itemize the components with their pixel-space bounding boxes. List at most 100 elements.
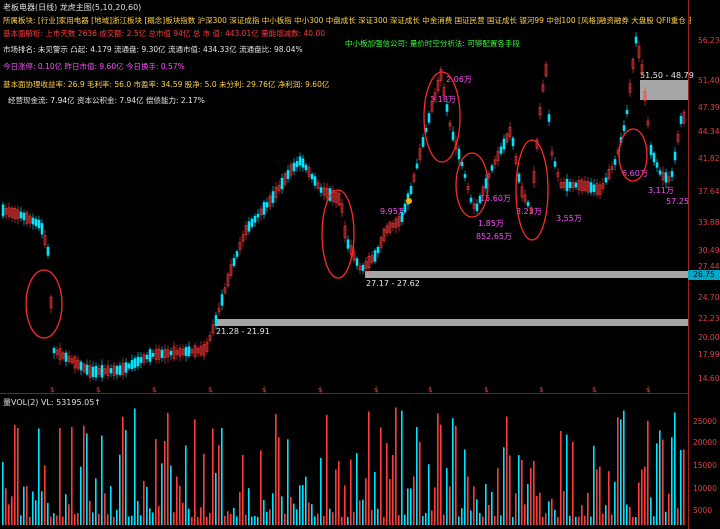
volume-bar [551,498,553,525]
volume-bar [185,445,187,525]
price-tick: 22.23 [698,314,720,323]
candle [280,177,284,190]
volume-bar [227,511,229,525]
candle [253,215,257,223]
volume-bar [581,505,583,525]
volume-bar [56,515,58,525]
price-tick: 47.39 [698,103,720,112]
volume-bar [560,430,562,525]
volume-bar [362,499,364,525]
volume-bar [425,513,427,525]
volume-bar [320,457,322,525]
candle [655,162,659,168]
volume-bar [110,486,112,525]
volume-bar [308,502,310,525]
volume-bar [494,515,496,525]
candlestick-chart[interactable]: $ $ $ $ $ $ $ $ $ $ $ $ [0,0,688,529]
candle [286,170,290,179]
volume-bar [266,511,268,525]
volume-bar [23,486,25,525]
candle [100,365,104,378]
volume-bar [44,465,46,525]
volume-bar [80,466,82,525]
volume-bar [179,485,181,525]
price-tick: 17.99 [698,350,720,359]
candle [625,110,629,114]
candle [517,173,521,183]
candle [256,213,260,218]
candle [421,137,425,147]
volume-bar [458,516,460,525]
candle [451,131,455,141]
volume-bar [605,505,607,525]
candle [490,165,494,171]
candle [151,352,155,357]
volume-bar [659,430,661,525]
candle [547,114,551,122]
volume-bar [296,509,298,525]
candle [478,195,482,203]
volume-bar [26,486,28,525]
candle [145,354,149,360]
candle [184,347,188,357]
volume-bar [209,512,211,525]
volume-bar [92,512,94,525]
volume-bar [20,515,22,525]
volume-bar [242,454,244,525]
volume-bar [656,443,658,525]
candle [127,363,131,369]
volume-bar [125,430,127,525]
volume-bar [89,500,91,525]
volume-bar [38,428,40,525]
volume-bar [389,479,391,525]
candle [670,171,674,177]
candle [235,251,239,257]
volume-bar [638,482,640,525]
volume-bar [62,516,64,525]
volume-bar [269,509,271,525]
candle [346,239,350,249]
candle [376,246,380,254]
candle [250,218,254,227]
volume-bar [251,516,253,525]
volume-bar [482,516,484,525]
volume-bar [674,412,676,525]
volume-bar [35,500,37,525]
volume-bar [422,515,424,525]
volume-bar [398,515,400,525]
volume-bar [68,504,70,525]
price-tick: 37.64 [698,187,720,196]
candle [298,156,302,166]
volume-bar [221,428,223,525]
volume-bar [341,516,343,525]
volume-bar [428,464,430,525]
volume-bar [200,507,202,525]
volume-bar [83,425,85,525]
volume-bar [380,427,382,525]
candle [295,161,299,167]
volume-bar [107,514,109,525]
volume-bar [353,512,355,525]
candle [118,365,122,375]
volume-bar [632,516,634,525]
volume-bar [53,513,55,525]
price-tick: 20.00 [698,333,720,342]
volume-bar [365,478,367,525]
volume-bar [407,488,409,525]
candle [403,203,407,213]
volume-bar [449,486,451,525]
volume-bar [305,476,307,525]
candle [475,203,479,212]
volume-bar [311,504,313,525]
volume-bar [653,516,655,525]
candle [187,346,191,357]
volume-bar [650,497,652,525]
candle [124,362,128,373]
candle [526,201,530,207]
volume-bar [635,516,637,525]
volume-bar [503,447,505,525]
volume-bar [47,503,49,525]
volume-bar [101,435,103,525]
volume-bar [368,411,370,525]
volume-bar [239,491,241,525]
